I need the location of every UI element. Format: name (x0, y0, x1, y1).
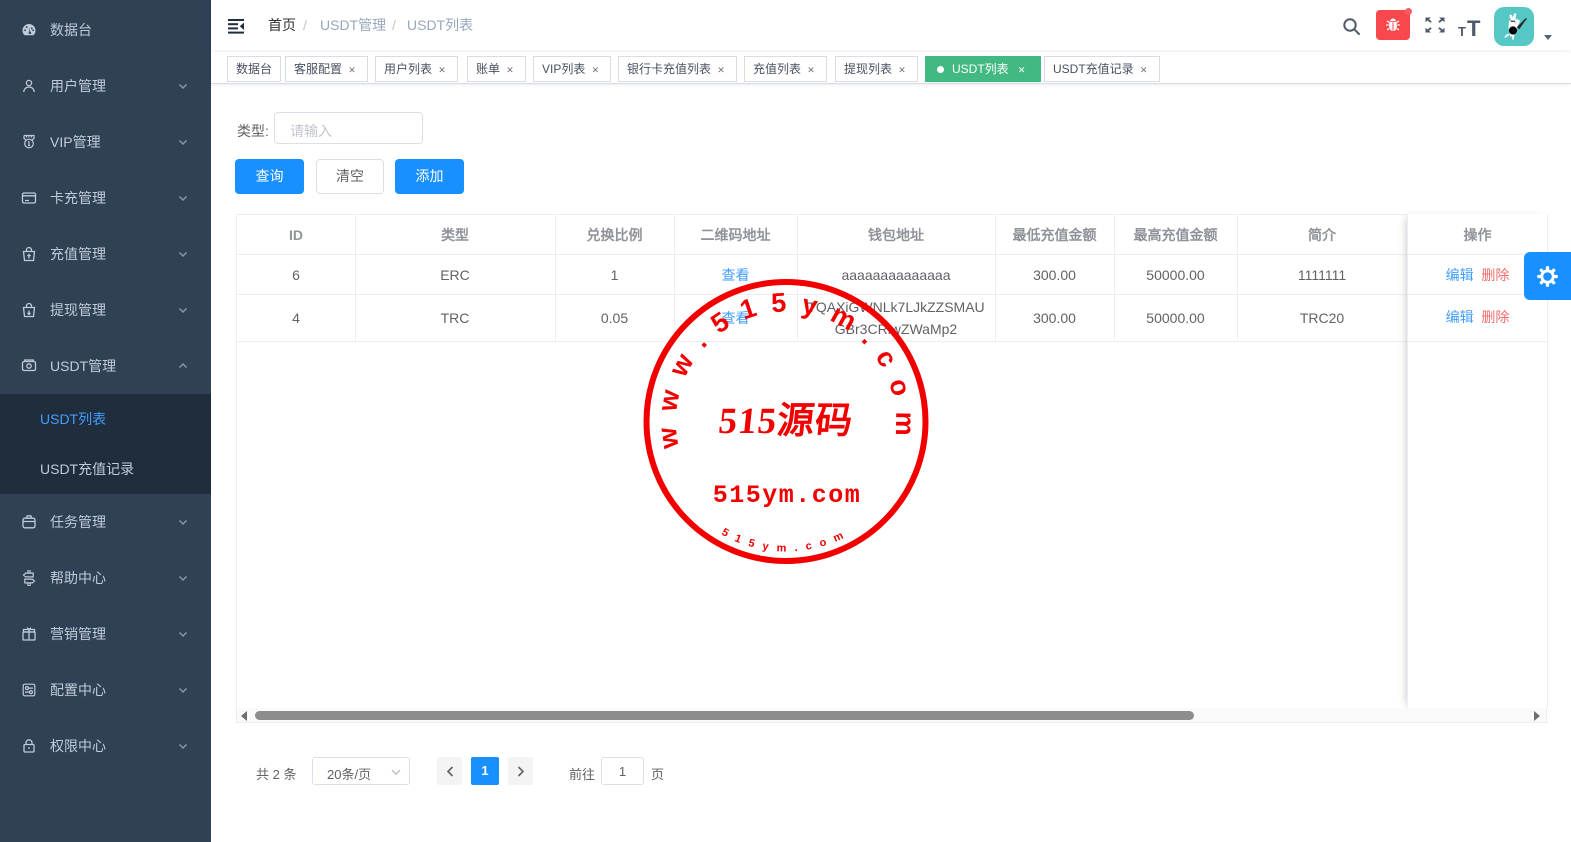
svg-text:T: T (1467, 16, 1481, 38)
svg-text:515ym.com: 515ym.com (713, 481, 862, 510)
svg-text:515源码: 515源码 (717, 400, 856, 442)
svg-text:T: T (1458, 24, 1466, 38)
